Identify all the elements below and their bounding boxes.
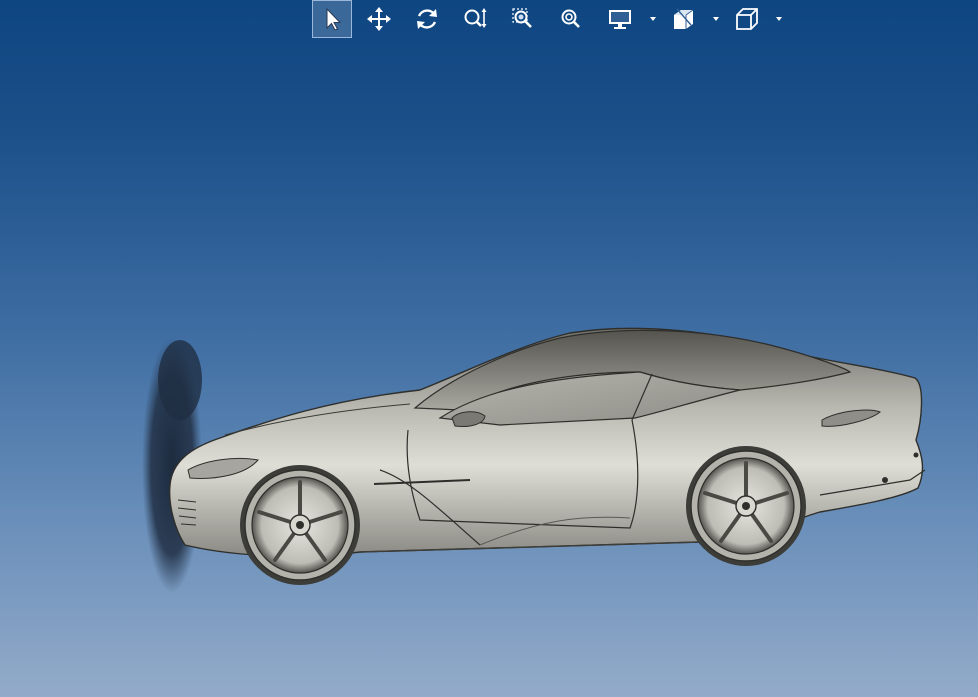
zoom-fit-icon [561,9,580,28]
section-view-button[interactable] [664,0,704,38]
cube-view-icon [736,8,758,30]
section-box-icon [674,8,694,29]
zoom-window-icon [512,8,532,28]
zoom-dynamic-button[interactable] [455,0,495,38]
zoom-vertical-icon [464,8,487,28]
select-tool-button[interactable] [312,0,352,38]
cursor-arrow-icon [326,7,342,31]
view-toolbar [310,0,790,38]
front-wheel [240,465,360,585]
display-mode-button[interactable] [600,0,640,38]
chevron-down-icon[interactable] [648,14,658,24]
view-orientation-button[interactable] [727,0,767,38]
monitor-icon [609,10,631,29]
rotate-tool-button[interactable] [407,0,447,38]
zoom-fit-button[interactable] [551,0,591,38]
rear-wheel [686,446,806,566]
car-model[interactable] [168,327,926,585]
chevron-down-icon[interactable] [711,14,721,24]
pan-arrows-icon [367,7,391,31]
chevron-down-icon[interactable] [774,14,784,24]
zoom-window-button[interactable] [503,0,543,38]
pan-tool-button[interactable] [359,0,399,38]
rotate-icon [417,9,437,29]
3d-viewport[interactable] [0,40,978,697]
